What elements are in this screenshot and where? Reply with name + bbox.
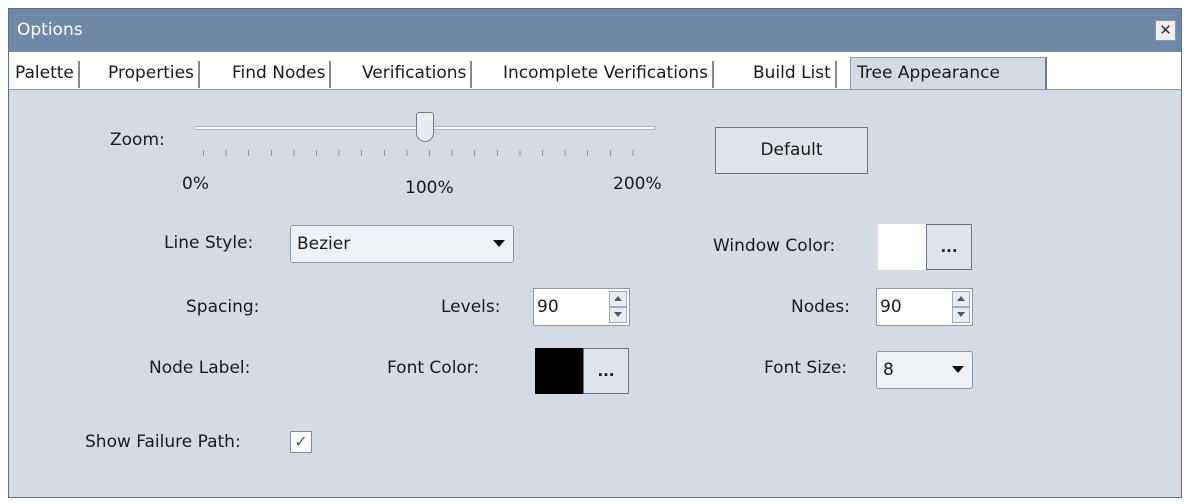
zoom-slider-ticks [203,150,655,156]
tab-strip: Palette Properties Find Nodes Verificati… [9,52,1181,90]
spacing-label: Spacing: [186,297,260,317]
tab-palette[interactable]: Palette [15,61,80,88]
nodes-value: 90 [880,297,902,317]
zoom-mid-label: 100% [405,178,454,198]
nodes-spinner[interactable]: 90 [876,288,973,326]
font-color-swatch[interactable] [535,348,585,394]
line-style-dropdown[interactable]: Bezier [290,225,514,263]
window-color-picker-button[interactable]: ... [926,224,972,270]
chevron-down-icon [493,240,505,247]
line-style-value: Bezier [297,234,351,254]
tab-build-list[interactable]: Build List [753,61,837,88]
nodes-label: Nodes: [791,297,850,317]
levels-spinner[interactable]: 90 [533,288,630,326]
zoom-max-label: 200% [613,174,662,194]
font-color-picker-button[interactable]: ... [583,348,629,394]
levels-down-icon[interactable] [609,307,627,323]
zoom-min-label: 0% [182,174,209,194]
line-style-label: Line Style: [164,233,254,253]
font-size-dropdown[interactable]: 8 [876,351,973,389]
font-size-value: 8 [883,360,894,380]
window-title: Options [17,20,83,40]
window-color-swatch[interactable] [878,224,928,270]
window-color-label: Window Color: [713,236,836,256]
zoom-label: Zoom: [110,130,165,150]
tab-properties[interactable]: Properties [108,61,200,88]
show-failure-path-checkbox[interactable]: ✓ [290,431,312,453]
tab-find-nodes[interactable]: Find Nodes [232,61,332,88]
title-bar: Options ✕ [9,9,1181,52]
show-failure-path-label: Show Failure Path: [85,432,241,452]
chevron-down-icon [952,366,964,373]
nodes-up-icon[interactable] [952,291,970,307]
options-window: Options ✕ Palette Properties Find Nodes … [8,8,1182,498]
zoom-slider-thumb[interactable] [416,112,434,142]
node-label-label: Node Label: [149,358,251,378]
tree-appearance-panel: Zoom: 0% 100% 200% Default Line Style: B… [9,90,1181,497]
levels-up-icon[interactable] [609,291,627,307]
font-color-label: Font Color: [387,358,480,378]
tab-tree-appearance[interactable]: Tree Appearance [850,57,1047,90]
default-button[interactable]: Default [715,127,868,174]
font-size-label: Font Size: [764,358,848,378]
nodes-down-icon[interactable] [952,307,970,323]
tab-verifications[interactable]: Verifications [362,61,473,88]
levels-label: Levels: [441,297,501,317]
tab-incomplete-verifications[interactable]: Incomplete Verifications [503,61,714,88]
close-icon[interactable]: ✕ [1155,20,1176,41]
levels-value: 90 [537,297,559,317]
